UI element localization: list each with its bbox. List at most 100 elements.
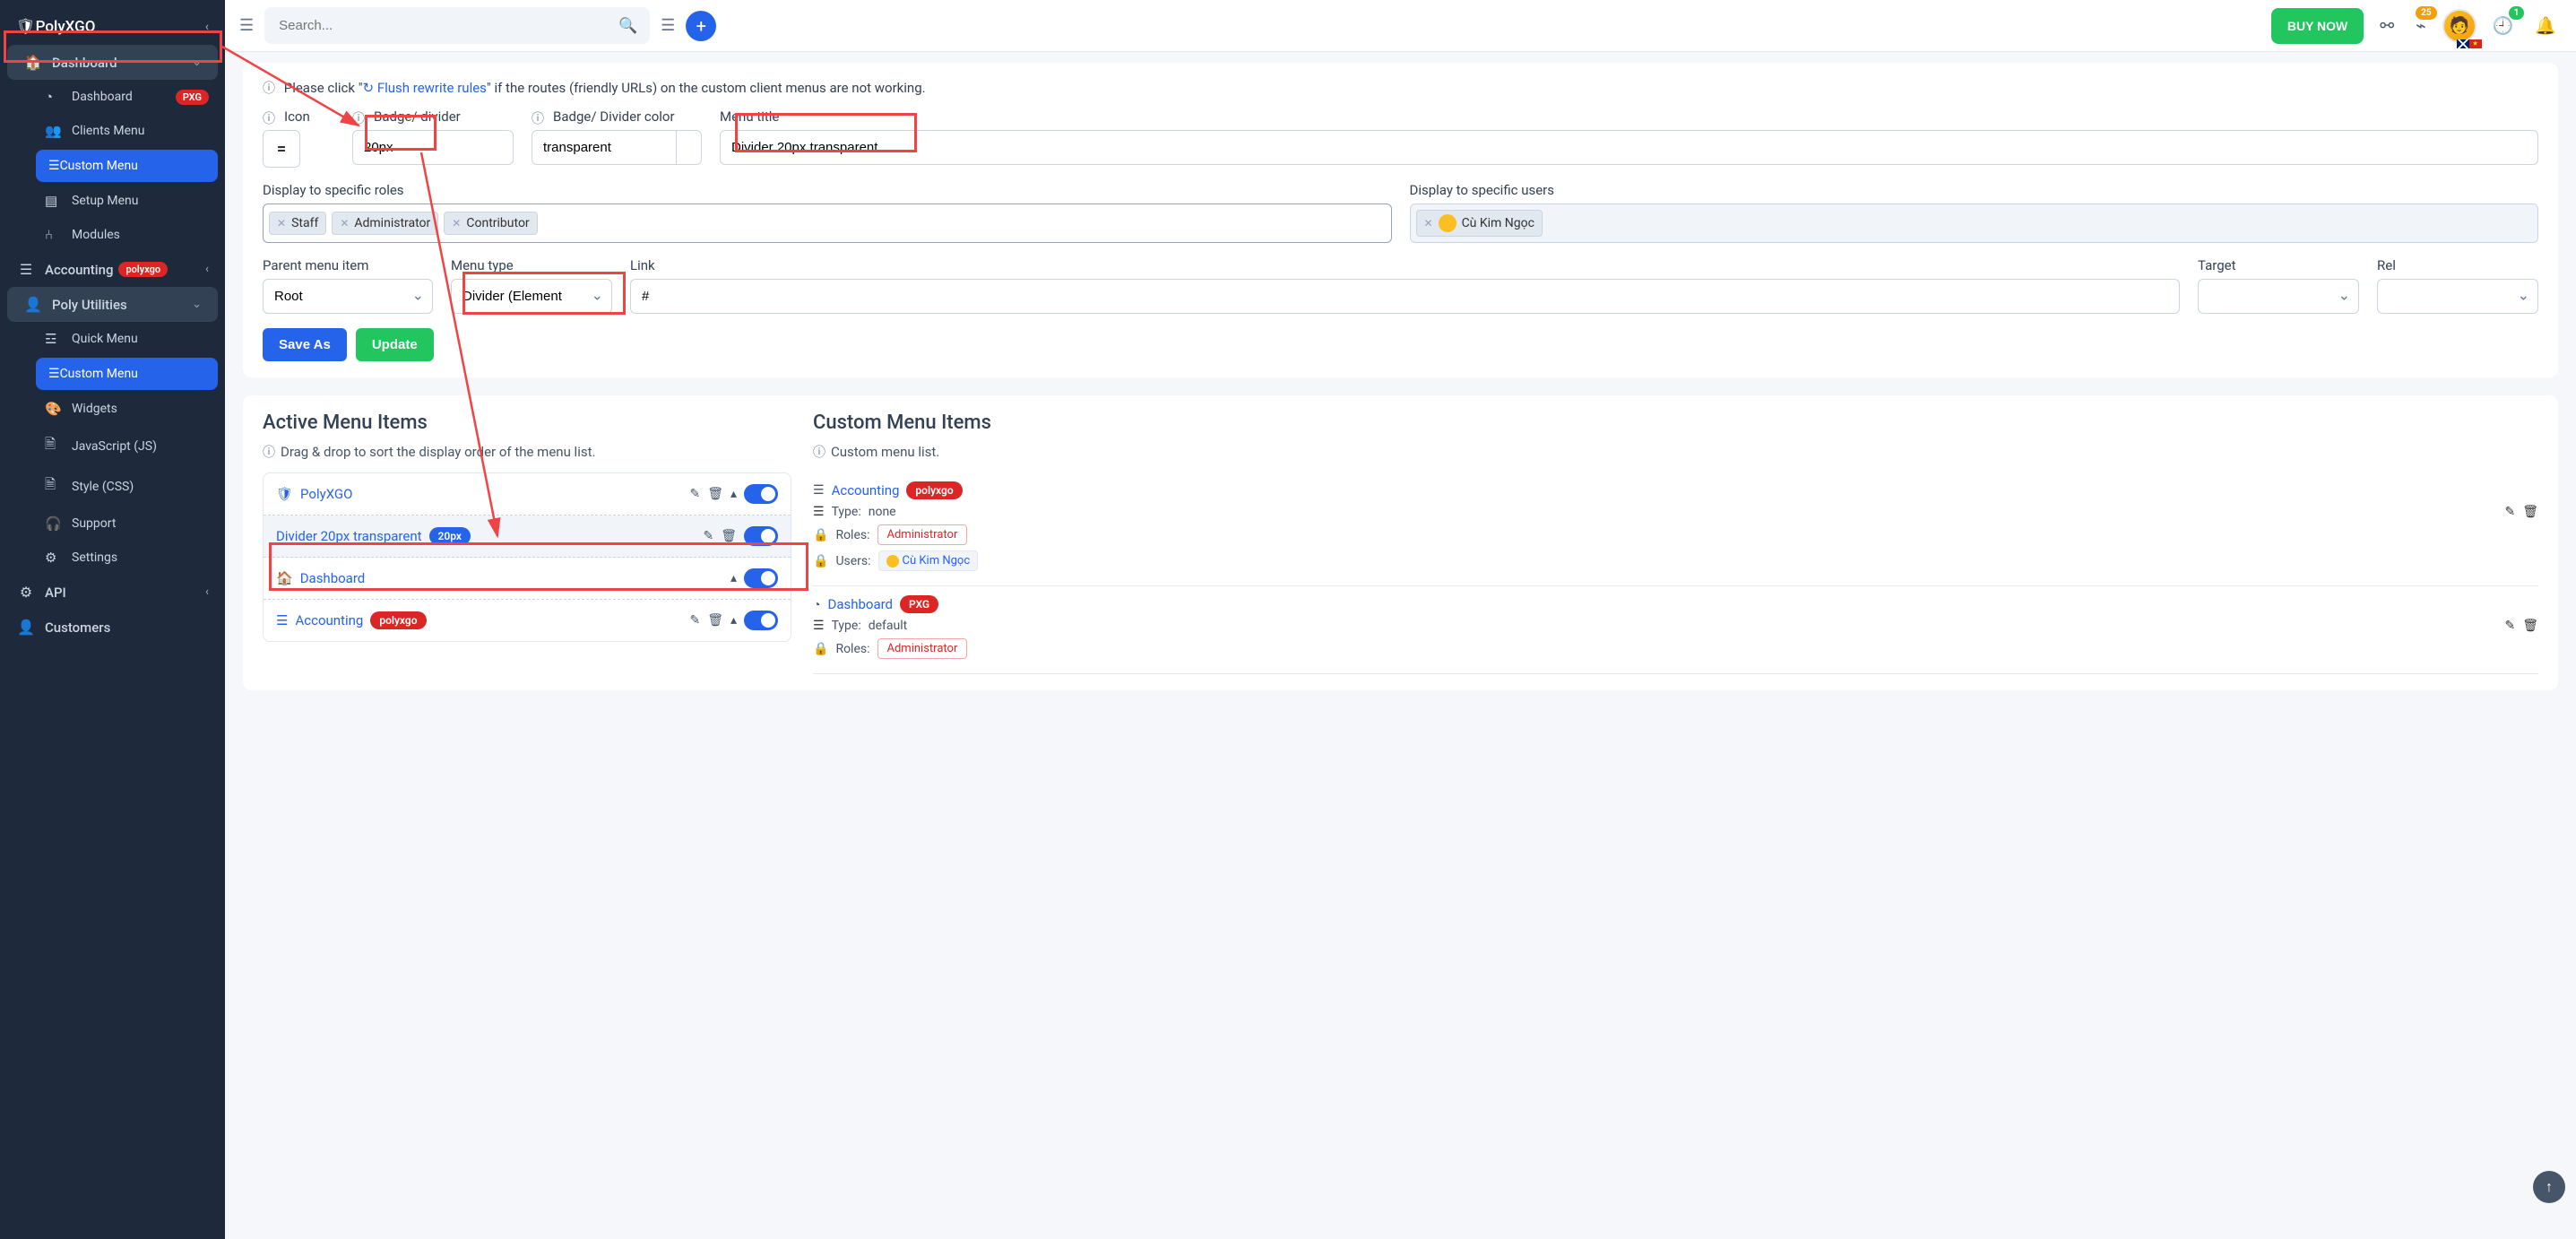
sidebar-sub-setup-menu[interactable]: ▤ Setup Menu bbox=[0, 184, 225, 218]
caret-up-icon[interactable]: ▴ bbox=[730, 613, 737, 628]
badge: polyxgo bbox=[118, 262, 168, 277]
list-icon[interactable]: ☰ bbox=[661, 16, 675, 35]
shield-icon: 🛡 bbox=[276, 486, 293, 502]
sidebar-item-customers[interactable]: 👤 Customers bbox=[0, 610, 225, 645]
remove-icon[interactable]: ✕ bbox=[277, 217, 286, 230]
role-tag[interactable]: ✕Staff bbox=[269, 212, 326, 235]
users-label: Display to specific users bbox=[1410, 182, 2539, 198]
branch-icon: ⑃ bbox=[45, 227, 65, 243]
target-select[interactable] bbox=[2198, 279, 2359, 314]
edit-icon[interactable]: ✎ bbox=[703, 529, 713, 543]
tag-icon[interactable]: ⌁ 25 bbox=[2410, 10, 2431, 41]
sidebar: 🛡 PolyXGO ‹ 🏠 Dashboard ⌄ ◔ Dashboard PX… bbox=[0, 0, 225, 1239]
layers-icon: ☰ bbox=[16, 261, 36, 278]
sidebar-item-label: Dashboard bbox=[52, 55, 117, 71]
sidebar-item-api[interactable]: ⚙ API ‹ bbox=[0, 575, 225, 610]
sidebar-item-label: Style (CSS) bbox=[72, 480, 134, 494]
menu-item[interactable]: ☰ Accounting polyxgo ✎ 🗑 ▴ bbox=[264, 600, 791, 641]
link-input[interactable] bbox=[630, 279, 2180, 314]
update-button[interactable]: Update bbox=[356, 328, 434, 361]
chevron-left-icon[interactable]: ‹ bbox=[205, 20, 209, 34]
search-input[interactable] bbox=[264, 7, 650, 44]
color-input[interactable] bbox=[532, 130, 677, 165]
sidebar-sub-style[interactable]: 🗎 Style (CSS) bbox=[0, 466, 225, 507]
file-icon: 🗎 bbox=[45, 475, 65, 498]
trash-icon[interactable]: 🗑 bbox=[707, 613, 723, 628]
remove-icon[interactable]: ✕ bbox=[340, 217, 349, 230]
list-icon: ☲ bbox=[45, 331, 65, 347]
roles-input[interactable]: ✕Staff ✕Administrator ✕Contributor bbox=[263, 204, 1392, 243]
user-tag[interactable]: ✕Cù Kim Ngọc bbox=[1416, 210, 1543, 237]
list-icon: ☰ bbox=[813, 619, 825, 633]
flush-link[interactable]: Flush rewrite rules bbox=[377, 80, 487, 96]
menu-item[interactable]: 🛡 PolyXGO ✎ 🗑 ▴ bbox=[264, 473, 791, 516]
sidebar-item-accounting[interactable]: ☰ Accounting polyxgo ‹ bbox=[0, 252, 225, 287]
trash-icon[interactable]: 🗑 bbox=[721, 529, 737, 543]
sidebar-sub-widgets[interactable]: 🎨 Widgets bbox=[0, 392, 225, 426]
sidebar-sub-custom-menu[interactable]: ☰ Custom Menu bbox=[36, 150, 218, 182]
users-input[interactable]: ✕Cù Kim Ngọc bbox=[1410, 204, 2539, 243]
sidebar-sub-quick-menu[interactable]: ☲ Quick Menu bbox=[0, 322, 225, 356]
sidebar-sub-javascript[interactable]: 🗎 JavaScript (JS) bbox=[0, 426, 225, 466]
role-tag[interactable]: ✕Administrator bbox=[332, 212, 438, 235]
brand[interactable]: 🛡 PolyXGO ‹ bbox=[0, 9, 225, 45]
edit-icon[interactable]: ✎ bbox=[689, 613, 700, 628]
menu-toggle-icon[interactable]: ☰ bbox=[239, 16, 254, 35]
sidebar-item-label: JavaScript (JS) bbox=[72, 439, 157, 454]
toggle[interactable] bbox=[744, 526, 778, 546]
rel-select[interactable] bbox=[2377, 279, 2538, 314]
sidebar-sub-support[interactable]: 🎧 Support bbox=[0, 507, 225, 541]
menu-type-select[interactable]: Divider (Element bbox=[451, 279, 612, 314]
toggle[interactable] bbox=[744, 484, 778, 504]
type-label: Menu type bbox=[451, 257, 612, 273]
edit-icon[interactable]: ✎ bbox=[2504, 619, 2515, 633]
sidebar-sub-dashboard[interactable]: ◔ Dashboard PXG bbox=[0, 80, 225, 114]
trash-icon[interactable]: 🗑 bbox=[2522, 619, 2538, 633]
toggle[interactable] bbox=[744, 568, 778, 588]
edit-icon[interactable]: ✎ bbox=[689, 487, 700, 501]
shield-icon: 🛡 bbox=[16, 18, 36, 36]
sidebar-item-label: Settings bbox=[72, 550, 117, 565]
icon-picker[interactable]: = bbox=[263, 130, 300, 168]
share-icon[interactable]: ⚯ bbox=[2374, 10, 2399, 41]
buy-now-button[interactable]: BUY NOW bbox=[2271, 8, 2364, 44]
sidebar-sub-settings[interactable]: ⚙ Settings bbox=[0, 541, 225, 575]
badge-input[interactable] bbox=[352, 130, 514, 165]
color-swatch[interactable] bbox=[677, 130, 702, 165]
sidebar-sub-modules[interactable]: ⑃ Modules bbox=[0, 218, 225, 252]
pill: 20px bbox=[429, 527, 471, 545]
clock-icon[interactable]: 🕘 1 bbox=[2487, 10, 2520, 41]
custom-item-title[interactable]: Accounting bbox=[832, 482, 900, 498]
sidebar-sub-custom-menu-2[interactable]: ☰ Custom Menu bbox=[36, 358, 218, 390]
remove-icon[interactable]: ✕ bbox=[1424, 217, 1433, 230]
caret-up-icon[interactable]: ▴ bbox=[730, 487, 737, 501]
avatar[interactable]: 🧑 bbox=[2442, 9, 2477, 43]
trash-icon[interactable]: 🗑 bbox=[707, 487, 723, 501]
search-icon[interactable]: 🔍 bbox=[618, 17, 637, 35]
role-tag[interactable]: ✕Contributor bbox=[444, 212, 537, 235]
menu-title-input[interactable] bbox=[720, 130, 2538, 165]
save-as-button[interactable]: Save As bbox=[263, 328, 347, 361]
edit-icon[interactable]: ✎ bbox=[2504, 505, 2515, 519]
sidebar-item-label: Support bbox=[72, 516, 116, 531]
menu-item[interactable]: Divider 20px transparent 20px ✎ 🗑 bbox=[264, 516, 791, 558]
parent-select[interactable]: Root bbox=[263, 279, 433, 314]
refresh-icon: ↻ bbox=[363, 80, 377, 96]
pill: polyxgo bbox=[906, 481, 962, 499]
remove-icon[interactable]: ✕ bbox=[452, 217, 461, 230]
menu-item[interactable]: 🏠 Dashboard ▴ bbox=[264, 558, 791, 600]
trash-icon[interactable]: 🗑 bbox=[2522, 505, 2538, 519]
active-title: Active Menu Items bbox=[263, 412, 791, 434]
sidebar-item-label: Quick Menu bbox=[72, 332, 138, 346]
rel-label: Rel bbox=[2377, 257, 2538, 273]
bell-icon[interactable]: 🔔 bbox=[2529, 10, 2562, 41]
sidebar-item-dashboard[interactable]: 🏠 Dashboard ⌄ bbox=[7, 45, 218, 80]
custom-item-title[interactable]: Dashboard bbox=[827, 596, 893, 612]
title-label: Menu title bbox=[720, 108, 2538, 125]
caret-up-icon[interactable]: ▴ bbox=[730, 571, 737, 585]
sidebar-item-poly-utilities[interactable]: 👤 Poly Utilities ⌄ bbox=[7, 287, 218, 322]
scroll-top-button[interactable]: ↑ bbox=[2533, 1171, 2565, 1203]
add-button[interactable]: + bbox=[686, 11, 716, 41]
sidebar-sub-clients-menu[interactable]: 👥 Clients Menu bbox=[0, 114, 225, 148]
toggle[interactable] bbox=[744, 611, 778, 630]
